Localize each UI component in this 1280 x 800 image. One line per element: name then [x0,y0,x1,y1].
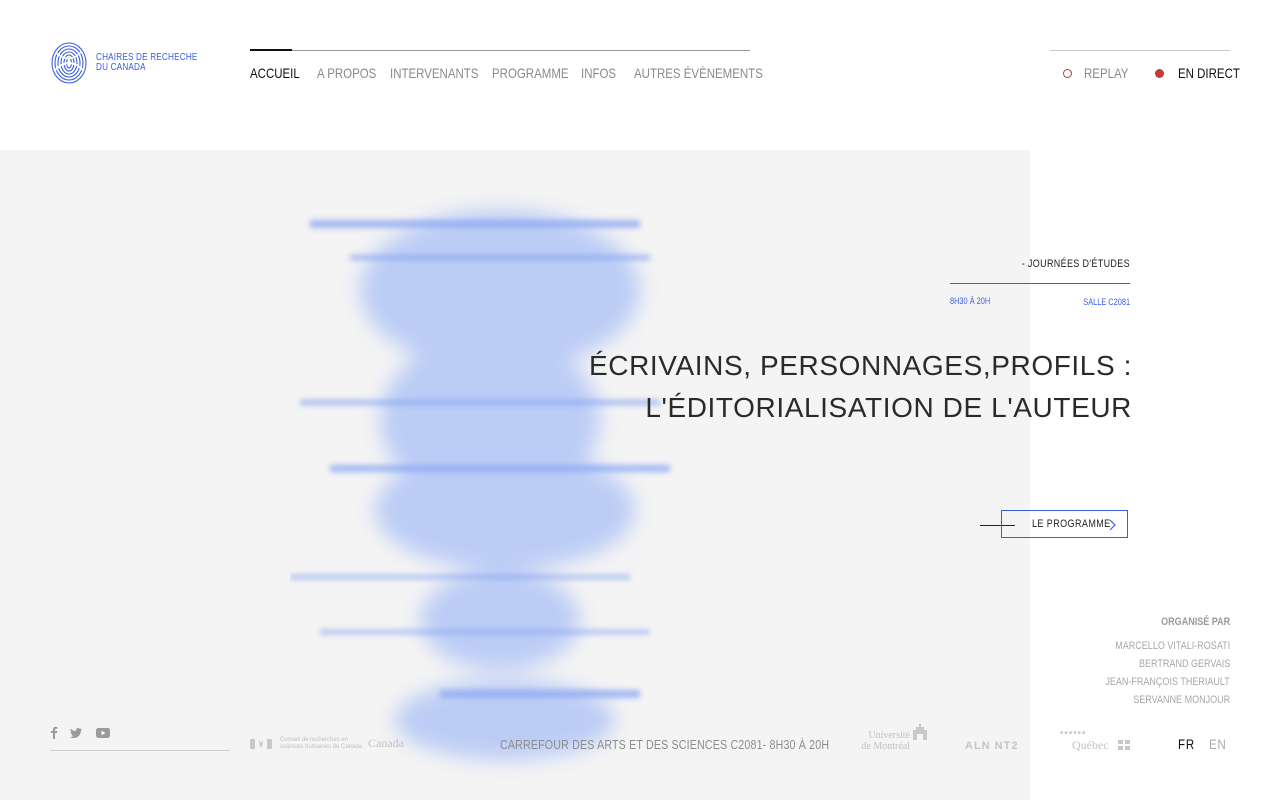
nav-item-autres-evenements[interactable]: AUTRES ÉVÈNEMENTS [634,65,763,81]
event-hours: 8H30 À 20H [950,296,991,306]
lang-fr-button[interactable]: FR [1178,736,1195,752]
event-title: ÉCRIVAINS, PERSONNAGES,PROFILS : L'ÉDITO… [589,345,1132,429]
organizer-name: JEAN-FRANÇOIS THERIAULT [1105,676,1230,688]
crsh-logo: Conseil de recherches en sciences humain… [250,736,420,757]
udem-text-2: de Montréal [861,741,910,752]
event-info-divider [950,283,1130,284]
canada-wordmark: Canada [368,736,404,750]
red-dot-icon [1155,68,1164,78]
frq-text: Québec [1072,738,1109,752]
lang-en-button[interactable]: EN [1209,736,1227,752]
nav-item-a-propos[interactable]: A PROPOS [317,65,376,81]
udem-emblem-icon [913,724,927,740]
nav-item-infos[interactable]: INFOS [581,65,616,81]
facebook-icon[interactable] [50,726,58,739]
nav-item-intervenants[interactable]: INTERVENANTS [390,65,478,81]
organizer-name: MARCELLO VITALI-ROSATI [1115,640,1230,652]
live-label: EN DIRECT [1178,65,1240,81]
site-logo[interactable]: CHAIRES DE RECHECHE DU CANADA [50,41,197,85]
organizer-name: SERVANNE MONJOUR [1133,694,1230,706]
language-switch: FR EN [1178,736,1230,752]
youtube-icon[interactable] [96,728,110,738]
event-type: - JOURNÉES D'ÉTUDES [1021,258,1130,270]
event-title-line-1: ÉCRIVAINS, PERSONNAGES,PROFILS : [588,350,1132,381]
frq-logo: ■ ■ ■ ■ ■ ■ Québec [1060,730,1130,754]
event-room: SALLE C2081 [1083,297,1130,307]
venue-text: CARREFOUR DES ARTS ET DES SCIENCES C2081… [500,737,830,752]
ring-icon [1063,68,1072,78]
fleur-de-lis-flag-icon [1118,740,1130,750]
live-link[interactable]: EN DIRECT [1155,64,1253,82]
udem-text-1: Université [868,730,910,741]
main-nav: ACCUEIL A PROPOS INTERVENANTS PROGRAMME … [250,49,763,91]
nav-active-indicator [250,49,292,51]
hero-background [0,150,1030,800]
programme-button[interactable]: LE PROGRAMME [1001,510,1128,538]
event-title-line-2: L'ÉDITORIALISATION DE L'AUTEUR [645,392,1132,423]
udem-logo: Université de Montréal [858,724,927,752]
replay-link[interactable]: REPLAY [1063,64,1138,82]
fingerprint-icon [51,42,87,84]
organizers-title: ORGANISÉ PAR [1161,616,1230,628]
nav-item-accueil[interactable]: ACCUEIL [250,65,300,81]
crsh-text: Conseil de recherches en sciences humain… [280,737,363,750]
twitter-icon[interactable] [70,728,82,738]
chevron-right-icon [1109,519,1116,531]
blurred-face-image [290,210,670,760]
nav-item-programme[interactable]: PROGRAMME [492,65,569,81]
organizers: ORGANISÉ PAR MARCELLO VITALI-ROSATI BERT… [1078,612,1230,708]
logo-text: CHAIRES DE RECHECHE DU CANADA [96,52,198,73]
alnt-text: ALN NT2 [965,740,1019,752]
replay-label: REPLAY [1084,65,1129,81]
programme-button-label: LE PROGRAMME [1032,518,1111,530]
organizer-name: BERTRAND GERVAIS [1138,658,1230,670]
social-links [50,726,230,751]
live-divider [1050,50,1230,51]
alnt-logo: ALN NT2 [965,736,1018,754]
